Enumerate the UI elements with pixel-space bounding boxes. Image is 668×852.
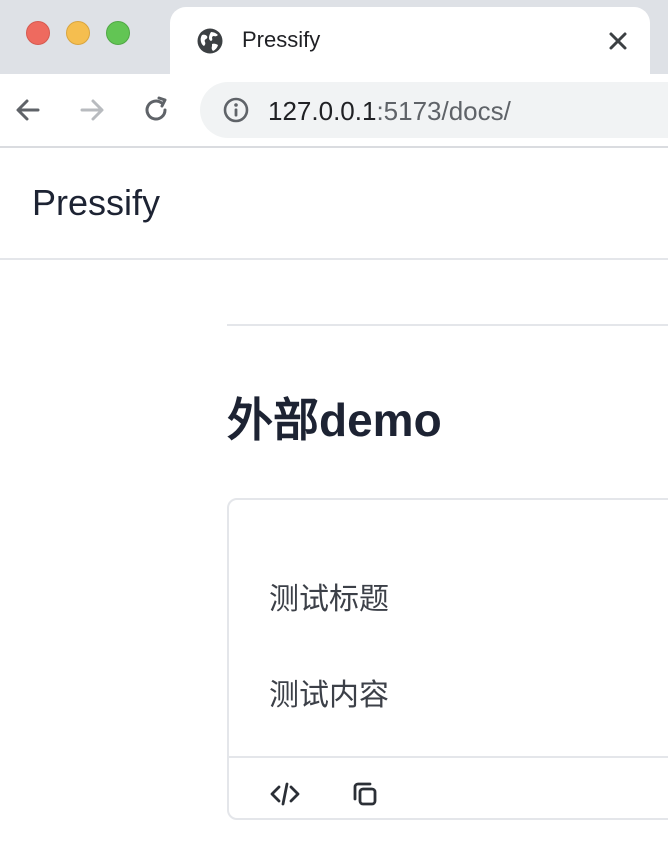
back-arrow-icon[interactable]: [12, 94, 44, 126]
window-close-button[interactable]: [26, 21, 50, 45]
window-minimize-button[interactable]: [66, 21, 90, 45]
info-icon[interactable]: [222, 96, 250, 124]
site-header: Pressify: [0, 148, 668, 260]
browser-tab[interactable]: Pressify: [170, 7, 650, 74]
demo-card: 测试标题 测试内容: [227, 498, 668, 820]
url-host: 127.0.0.1: [268, 96, 377, 126]
address-bar[interactable]: 127.0.0.1:5173/docs/: [200, 82, 668, 138]
browser-tab-strip: Pressify: [0, 0, 668, 74]
code-icon[interactable]: [269, 778, 301, 810]
site-logo[interactable]: Pressify: [32, 183, 160, 223]
forward-arrow-icon[interactable]: [76, 94, 108, 126]
content-divider: [227, 324, 668, 326]
demo-body: 测试内容: [269, 679, 389, 712]
window-maximize-button[interactable]: [106, 21, 130, 45]
copy-icon[interactable]: [349, 778, 381, 810]
browser-toolbar: 127.0.0.1:5173/docs/: [0, 74, 668, 148]
demo-footer-divider: [229, 756, 668, 758]
page-title: 外部demo: [227, 394, 442, 446]
url-path: :5173/docs/: [376, 96, 511, 126]
close-icon[interactable]: [604, 27, 632, 55]
url-text: 127.0.0.1:5173/docs/: [268, 96, 511, 126]
tab-title: Pressify: [242, 27, 321, 52]
globe-icon: [197, 28, 223, 54]
reload-icon[interactable]: [140, 94, 172, 126]
demo-heading: 测试标题: [269, 583, 389, 616]
